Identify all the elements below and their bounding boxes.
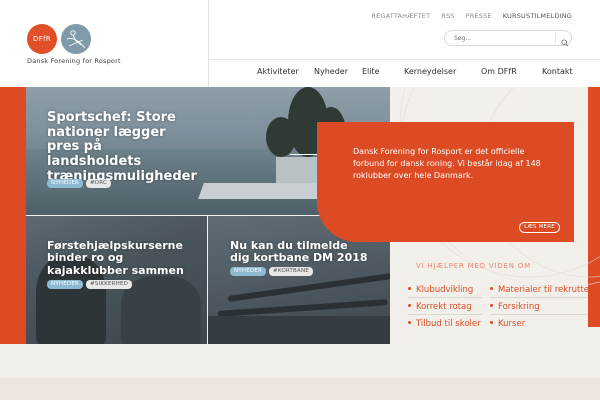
search-divider (555, 33, 556, 43)
help-section-title: VI HJÆLPER MED VIDEN OM (416, 262, 532, 270)
tag-category[interactable]: NYHEDER (230, 267, 267, 276)
help-link-forsikring[interactable]: Forsikring (490, 302, 540, 312)
tile-title-line: dig kortbane DM 2018 (230, 251, 368, 265)
tile-title[interactable]: Sportschef: Store nationer lægger pres p… (47, 110, 197, 184)
utility-link-rss[interactable]: RSS (441, 12, 454, 20)
help-link-label: Forsikring (498, 302, 540, 312)
person-shape (121, 276, 201, 344)
left-accent-strip (0, 87, 26, 344)
bullet-icon (408, 304, 411, 307)
search-input[interactable] (445, 31, 553, 45)
bullet-icon (490, 321, 493, 324)
nav-kontakt[interactable]: Kontakt (542, 67, 573, 76)
tile-tags: NYHEDER #SIKKERHED (47, 280, 133, 289)
tile-title[interactable]: Nu kan du tilmelde dig kortbane DM 2018 (230, 239, 368, 265)
help-link-tilbud-til-skoler[interactable]: Tilbud til skoler (408, 319, 481, 329)
callout-connector-line (290, 154, 320, 155)
callout-text: Dansk Forening for Rosport er det offici… (353, 147, 541, 180)
tile-title-line: pres på (47, 139, 102, 155)
tile-title-line: landsholdets (47, 154, 142, 170)
tile-title-line: binder ro og (47, 251, 124, 265)
help-link-label: Materialer til rekruttering (498, 285, 600, 295)
nav-aktiviteter[interactable]: Aktiviteter (257, 67, 299, 76)
page: DFfR Dansk Forening for Rosport REGATTAH… (0, 0, 600, 400)
nav-elite[interactable]: Elite (362, 67, 380, 76)
site-header: DFfR Dansk Forening for Rosport REGATTAH… (0, 0, 600, 87)
utility-link-regattahaeftet[interactable]: REGATTAHÆFTET (371, 12, 430, 20)
rower-icon (61, 24, 91, 54)
nav-om-dffr[interactable]: Om DFfR (481, 67, 517, 76)
help-link-label: Tilbud til skoler (416, 319, 481, 329)
utility-nav: REGATTAHÆFTET RSS PRESSE KURSUSTILMELDIN… (371, 12, 572, 20)
help-link-label: Kurser (498, 319, 526, 329)
main-nav: Aktiviteter Nyheder Elite Kerneydelser O… (208, 60, 600, 86)
help-divider (408, 314, 482, 315)
help-link-kurser[interactable]: Kurser (490, 319, 525, 329)
utility-link-presse[interactable]: PRESSE (466, 12, 492, 20)
oar-shape (227, 272, 390, 302)
bullet-icon (490, 287, 493, 290)
help-divider (408, 297, 482, 298)
tag-hashtag[interactable]: #DRC (86, 179, 112, 188)
help-link-label: Korrekt rotag (416, 302, 472, 312)
help-divider (490, 314, 588, 315)
read-more-button[interactable]: LÆS MERE (519, 222, 560, 233)
help-link-klubudvikling[interactable]: Klubudvikling (408, 285, 473, 295)
news-tile-first-aid[interactable]: Førstehjælpskurserne binder ro og kajakk… (26, 216, 207, 344)
tile-tags: NYHEDER #KORTBANE (230, 267, 313, 276)
help-link-label: Klubudvikling (416, 285, 474, 295)
search-box (444, 30, 572, 47)
utility-link-kursustilmelding[interactable]: KURSUSTILMELDING (503, 12, 572, 20)
help-link-materialer[interactable]: Materialer til rekruttering (490, 285, 600, 295)
nav-nyheder[interactable]: Nyheder (314, 67, 348, 76)
bullet-icon (408, 287, 411, 290)
boat-hull-shape (208, 316, 390, 344)
tag-category[interactable]: NYHEDER (47, 280, 84, 289)
tile-tags: NYHEDER #DRC (47, 179, 112, 188)
tile-title[interactable]: Førstehjælpskurserne binder ro og kajakk… (47, 239, 184, 277)
tree-shape (266, 117, 296, 157)
logo[interactable]: DFfR Dansk Forening for Rosport (27, 24, 181, 68)
bullet-icon (408, 321, 411, 324)
about-callout: Dansk Forening for Rosport er det offici… (317, 122, 574, 242)
help-divider (490, 297, 588, 298)
tag-category[interactable]: NYHEDER (47, 179, 84, 188)
nav-kerneydelser[interactable]: Kerneydelser (404, 67, 456, 76)
tag-hashtag[interactable]: #KORTBANE (269, 267, 313, 276)
search-icon[interactable] (560, 33, 570, 47)
logo-name: Dansk Forening for Rosport (27, 57, 121, 65)
logo-badge: DFfR (27, 24, 57, 54)
oar-shape (217, 299, 388, 317)
tile-title-line: kajakklubber sammen (47, 263, 184, 277)
tag-hashtag[interactable]: #SIKKERHED (86, 280, 133, 289)
bullet-icon (490, 304, 493, 307)
footer-band (0, 378, 600, 400)
help-link-korrekt-rotag[interactable]: Korrekt rotag (408, 302, 472, 312)
tile-title-line: Sportschef: Store (47, 110, 176, 125)
